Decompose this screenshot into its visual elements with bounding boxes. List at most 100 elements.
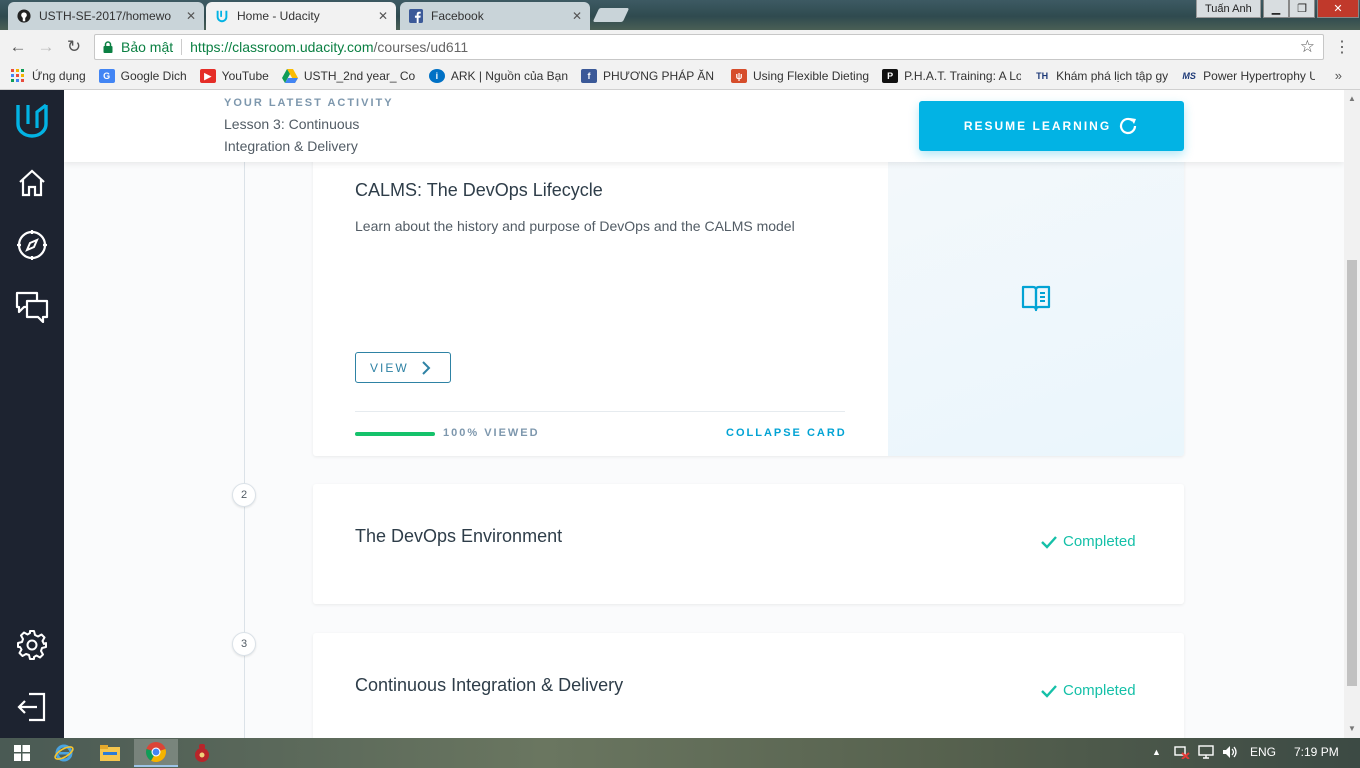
- more-bookmarks-chevron-icon[interactable]: »: [1335, 68, 1342, 83]
- volume-icon[interactable]: [1222, 745, 1238, 762]
- close-window-icon[interactable]: ✕: [1317, 0, 1359, 18]
- windows-taskbar: ▲ ENG 7:19 PM: [0, 738, 1360, 768]
- scroll-thumb[interactable]: [1347, 260, 1357, 686]
- divider: [181, 39, 183, 55]
- bookmark-flexible-dieting[interactable]: ψ Using Flexible Dieting: [731, 69, 869, 83]
- lesson-number: 2: [232, 483, 256, 507]
- refresh-icon: [1120, 117, 1137, 135]
- close-tab-icon[interactable]: ✕: [572, 9, 582, 23]
- security-label: Bảo mật: [121, 39, 174, 55]
- google-drive-icon: [281, 69, 298, 83]
- th-icon: TH: [1036, 71, 1049, 81]
- view-button-label: VIEW: [370, 360, 409, 375]
- compass-icon[interactable]: [14, 227, 50, 263]
- chat-icon[interactable]: [14, 289, 50, 325]
- bookmark-label: Ứng dụng: [32, 69, 86, 83]
- scroll-up-arrow-icon[interactable]: ▲: [1348, 94, 1356, 103]
- facebook-icon: f: [581, 69, 598, 83]
- bookmark-phuong-phap[interactable]: f PHƯƠNG PHÁP ĂN K: [581, 69, 718, 83]
- chrome-taskbar-icon[interactable]: [134, 739, 178, 767]
- bookmark-star-icon[interactable]: ☆: [1300, 37, 1315, 57]
- input-language[interactable]: ENG: [1250, 745, 1276, 759]
- view-button[interactable]: VIEW: [355, 352, 451, 383]
- forward-arrow-icon[interactable]: →: [32, 37, 60, 57]
- app-taskbar-icon[interactable]: [180, 739, 224, 767]
- chevron-right-icon: [421, 360, 431, 375]
- checkmark-icon: [1041, 535, 1057, 549]
- url-text: https://classroom.udacity.com/courses/ud…: [190, 39, 468, 55]
- back-arrow-icon[interactable]: ←: [4, 37, 32, 57]
- tab-facebook[interactable]: Facebook ✕: [400, 2, 590, 30]
- tab-title: Home - Udacity: [237, 9, 320, 23]
- status-label: Completed: [1063, 533, 1136, 550]
- udacity-icon: [214, 8, 230, 24]
- lesson-card-expanded: CALMS: The DevOps Lifecycle Learn about …: [313, 140, 1184, 456]
- intel-icon: i: [428, 69, 445, 83]
- browser-tab-strip: USTH-SE-2017/homewo ✕ Home - Udacity ✕ F…: [0, 0, 1360, 30]
- bookmark-kham-pha[interactable]: TH Khám phá lịch tập gy: [1034, 69, 1168, 83]
- menu-kebab-icon[interactable]: ⋮: [1334, 37, 1350, 57]
- tray-expand-icon[interactable]: ▲: [1152, 747, 1161, 757]
- google-translate-icon: G: [98, 69, 115, 83]
- open-book-icon: [1021, 285, 1051, 312]
- phat-icon: P: [882, 69, 899, 83]
- lesson-card[interactable]: The DevOps Environment Completed: [313, 484, 1184, 604]
- youtube-icon: ▶: [199, 69, 216, 83]
- bookmark-youtube[interactable]: ▶ YouTube: [199, 69, 269, 83]
- checkmark-icon: [1041, 684, 1057, 698]
- completed-status: Completed: [1041, 533, 1136, 550]
- restore-icon[interactable]: ❐: [1289, 0, 1315, 18]
- bookmark-label: Using Flexible Dieting: [753, 69, 870, 83]
- reload-icon[interactable]: ↻: [60, 37, 88, 57]
- left-navigation: [0, 90, 64, 738]
- bookmark-phat[interactable]: P P.H.A.T. Training: A Lo: [882, 69, 1021, 83]
- logout-icon[interactable]: [14, 689, 50, 725]
- lock-icon: [103, 41, 113, 53]
- lesson-card[interactable]: Continuous Integration & Delivery Comple…: [313, 633, 1184, 738]
- bookmark-ark[interactable]: i ARK | Nguồn của Bạn: [428, 69, 569, 83]
- close-tab-icon[interactable]: ✕: [378, 9, 388, 23]
- progress-text: 100% VIEWED: [443, 427, 540, 439]
- divider: [355, 411, 845, 412]
- network-warning-icon[interactable]: [1174, 745, 1190, 762]
- tab-title: USTH-SE-2017/homewo: [39, 9, 172, 23]
- latest-activity-lesson[interactable]: Lesson 3: Continuous Integration & Deliv…: [224, 113, 404, 157]
- gear-icon[interactable]: [14, 627, 50, 663]
- lesson-title: The DevOps Environment: [355, 526, 563, 546]
- lesson-description: Learn about the history and purpose of D…: [355, 218, 795, 234]
- page-scrollbar[interactable]: ▲ ▼: [1344, 90, 1360, 738]
- lesson-title: Continuous Integration & Delivery: [355, 675, 624, 695]
- windows-start-icon[interactable]: [0, 739, 44, 767]
- apps-grid-icon: [10, 69, 26, 83]
- file-explorer-icon[interactable]: [88, 739, 132, 767]
- tab-title: Facebook: [431, 9, 484, 23]
- collapse-card-link[interactable]: COLLAPSE CARD: [726, 427, 847, 439]
- address-bar[interactable]: Bảo mật https://classroom.udacity.com/co…: [94, 34, 1324, 60]
- new-tab-button[interactable]: [592, 8, 630, 22]
- scroll-down-arrow-icon[interactable]: ▼: [1348, 724, 1356, 733]
- bookmark-label: Khám phá lịch tập gy: [1056, 69, 1169, 83]
- bookmark-label: USTH_2nd year_ Com: [303, 69, 416, 83]
- bookmark-apps[interactable]: Ứng dụng: [10, 69, 86, 83]
- monitor-icon[interactable]: [1198, 745, 1214, 762]
- lesson-number: 3: [232, 632, 256, 656]
- internet-explorer-icon[interactable]: [42, 739, 86, 767]
- home-icon[interactable]: [14, 165, 50, 201]
- ms-icon: MS: [1182, 71, 1196, 81]
- bookmark-power-hypertrophy[interactable]: MS Power Hypertrophy U: [1181, 69, 1315, 83]
- github-icon: [16, 8, 32, 24]
- profile-name[interactable]: Tuấn Anh: [1196, 0, 1261, 18]
- tab-github[interactable]: USTH-SE-2017/homewo ✕: [8, 2, 204, 30]
- bookmark-label: PHƯƠNG PHÁP ĂN K: [603, 69, 719, 83]
- bookmark-label: ARK | Nguồn của Bạn: [450, 69, 569, 83]
- close-tab-icon[interactable]: ✕: [186, 9, 196, 23]
- udacity-logo-icon[interactable]: [14, 102, 50, 138]
- tab-udacity[interactable]: Home - Udacity ✕: [206, 2, 396, 30]
- lesson-card-illustration: [888, 140, 1184, 456]
- bookmark-usth[interactable]: USTH_2nd year_ Com: [281, 69, 416, 83]
- minimize-icon[interactable]: ▁: [1263, 0, 1289, 18]
- url-path: /courses/ud611: [373, 39, 469, 55]
- clock[interactable]: 7:19 PM: [1294, 745, 1339, 759]
- resume-learning-button[interactable]: RESUME LEARNING: [919, 101, 1184, 151]
- bookmark-google-dich[interactable]: G Google Dich: [98, 69, 187, 83]
